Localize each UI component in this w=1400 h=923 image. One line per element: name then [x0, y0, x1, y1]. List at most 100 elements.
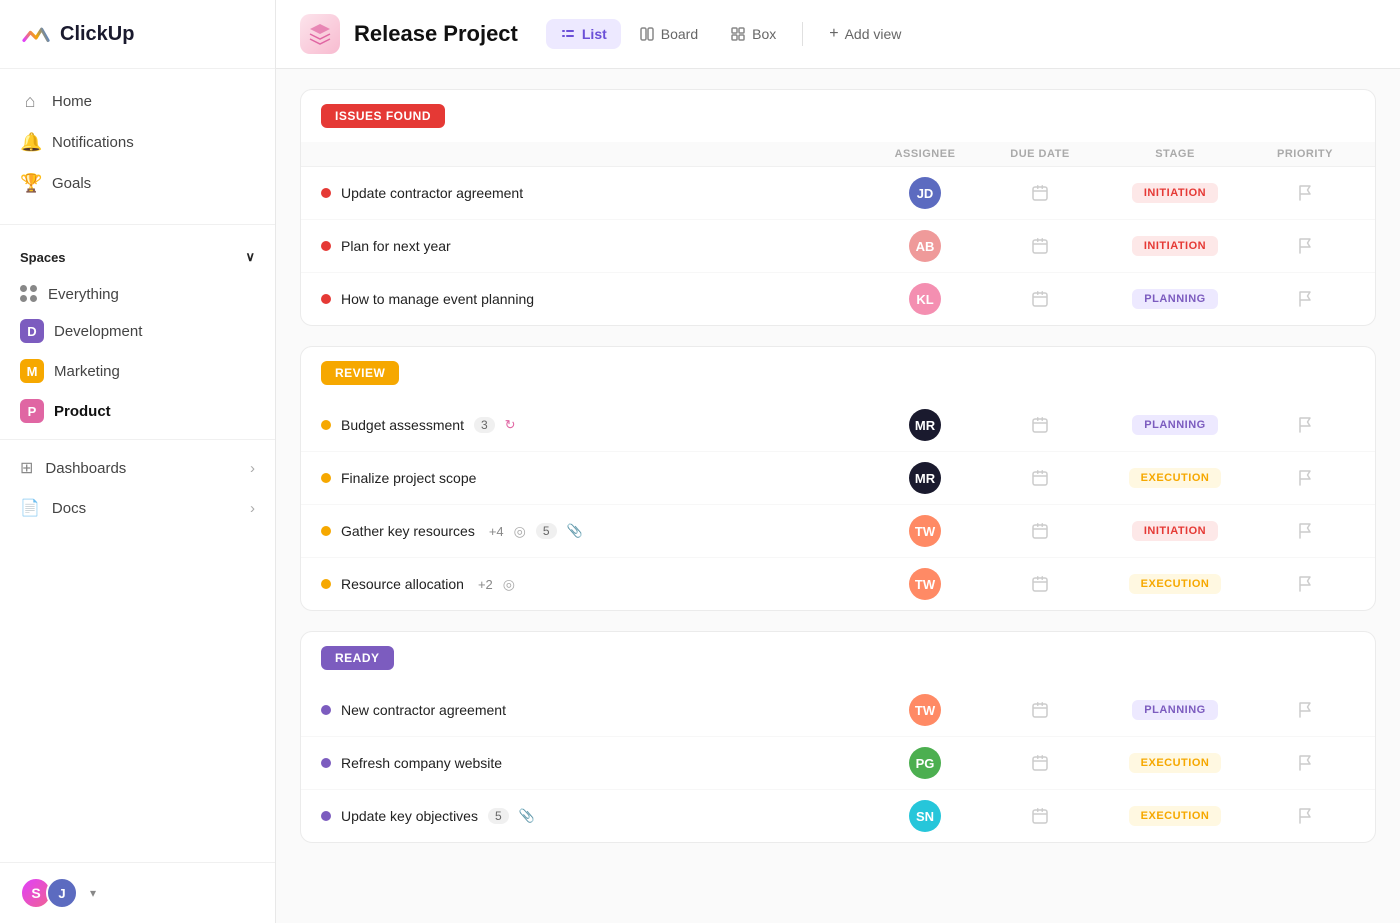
table-row[interactable]: Update contractor agreement JD INITIATIO…	[301, 167, 1375, 220]
dashboards-icon: ⊞	[20, 458, 33, 478]
assignee-cell: JD	[865, 177, 985, 209]
flag-icon	[1296, 184, 1314, 202]
space-development[interactable]: D Development	[0, 311, 275, 351]
priority-cell	[1255, 575, 1355, 593]
flag-icon	[1296, 416, 1314, 434]
table-row[interactable]: How to manage event planning KL PLANNING	[301, 273, 1375, 325]
tab-box[interactable]: Box	[716, 19, 790, 49]
task-label: Budget assessment	[341, 417, 464, 433]
task-label: Update contractor agreement	[341, 185, 523, 201]
date-cell	[985, 700, 1095, 720]
section-ready: READY New contractor agreement TW PLANNI…	[300, 631, 1376, 843]
tab-list[interactable]: List	[546, 19, 621, 49]
tab-box-label: Box	[752, 26, 776, 42]
space-everything[interactable]: Everything	[0, 277, 275, 311]
nav-docs[interactable]: 📄 Docs ›	[0, 488, 275, 528]
nav-home-label: Home	[52, 93, 92, 110]
tab-board[interactable]: Board	[625, 19, 712, 49]
task-label: Gather key resources	[341, 523, 475, 539]
avatar-2: J	[46, 877, 78, 909]
avatar: SN	[909, 800, 941, 832]
task-label: How to manage event planning	[341, 291, 534, 307]
flag-icon	[1296, 807, 1314, 825]
avatar: JD	[909, 177, 941, 209]
section-ready-badge: READY	[321, 646, 394, 670]
assignee-cell: MR	[865, 409, 985, 441]
table-row[interactable]: Finalize project scope MR EXECUTION	[301, 452, 1375, 505]
project-icon	[300, 14, 340, 54]
chevron-down-icon[interactable]: ∨	[245, 249, 255, 265]
stage-cell: EXECUTION	[1095, 468, 1255, 488]
date-cell	[985, 183, 1095, 203]
task-dot	[321, 294, 331, 304]
task-dot	[321, 420, 331, 430]
stage-badge: PLANNING	[1132, 700, 1217, 720]
calendar-icon	[1030, 753, 1050, 773]
date-cell	[985, 415, 1095, 435]
task-name: Plan for next year	[321, 238, 865, 254]
cube-icon	[308, 22, 332, 46]
space-development-badge: D	[20, 319, 44, 343]
date-cell	[985, 468, 1095, 488]
table-row[interactable]: Refresh company website PG EXECUTION	[301, 737, 1375, 790]
stage-badge: PLANNING	[1132, 415, 1217, 435]
stage-badge: INITIATION	[1132, 236, 1218, 256]
table-row[interactable]: Update key objectives 5 📎 SN EXECUTION	[301, 790, 1375, 842]
nav-notifications-label: Notifications	[52, 134, 134, 151]
nav-home[interactable]: ⌂ Home	[0, 81, 275, 122]
task-label: Resource allocation	[341, 576, 464, 592]
task-dot	[321, 241, 331, 251]
calendar-icon	[1030, 289, 1050, 309]
spaces-label: Spaces	[20, 250, 66, 265]
stage-badge: INITIATION	[1132, 183, 1218, 203]
nav-dashboards[interactable]: ⊞ Dashboards ›	[0, 448, 275, 488]
assignee-cell: SN	[865, 800, 985, 832]
flag-icon	[1296, 754, 1314, 772]
space-product-label: Product	[54, 403, 111, 420]
view-divider	[802, 22, 803, 46]
user-area[interactable]: S J ▾	[0, 862, 275, 923]
priority-cell	[1255, 237, 1355, 255]
task-name: Finalize project scope	[321, 470, 865, 486]
priority-cell	[1255, 807, 1355, 825]
task-dot	[321, 705, 331, 715]
stage-cell: INITIATION	[1095, 183, 1255, 203]
task-tag-icon: ◎	[503, 576, 515, 593]
table-row[interactable]: Plan for next year AB INITIATION	[301, 220, 1375, 273]
priority-cell	[1255, 469, 1355, 487]
docs-icon: 📄	[20, 498, 40, 518]
section-issues-found: ISSUES FOUND ASSIGNEE DUE DATE STAGE PRI…	[300, 89, 1376, 326]
stage-cell: PLANNING	[1095, 700, 1255, 720]
date-cell	[985, 806, 1095, 826]
list-icon	[560, 26, 576, 42]
add-view-label: Add view	[845, 26, 902, 42]
nav-goals[interactable]: 🏆 Goals	[0, 163, 275, 204]
assignee-cell: PG	[865, 747, 985, 779]
assignee-cell: TW	[865, 515, 985, 547]
task-name: Gather key resources +4 ◎ 5 📎	[321, 523, 865, 540]
table-row[interactable]: Gather key resources +4 ◎ 5 📎 TW INITIAT…	[301, 505, 1375, 558]
task-attach-icon: 📎	[519, 808, 535, 824]
bell-icon: 🔔	[20, 132, 40, 153]
table-row[interactable]: New contractor agreement TW PLANNING	[301, 684, 1375, 737]
tab-list-label: List	[582, 26, 607, 42]
task-name: Update key objectives 5 📎	[321, 808, 865, 824]
task-extra-count: +4	[489, 524, 504, 539]
space-marketing[interactable]: M Marketing	[0, 351, 275, 391]
flag-icon	[1296, 469, 1314, 487]
stage-cell: INITIATION	[1095, 521, 1255, 541]
calendar-icon	[1030, 468, 1050, 488]
task-label: New contractor agreement	[341, 702, 506, 718]
task-dot	[321, 473, 331, 483]
table-row[interactable]: Resource allocation +2 ◎ TW EXECUTION	[301, 558, 1375, 610]
flag-icon	[1296, 237, 1314, 255]
main-content: Release Project List Board Box + Add vie…	[276, 0, 1400, 923]
avatar: KL	[909, 283, 941, 315]
add-view-button[interactable]: + Add view	[815, 18, 915, 50]
th-assignee: ASSIGNEE	[865, 148, 985, 160]
nav-notifications[interactable]: 🔔 Notifications	[0, 122, 275, 163]
nav-docs-label: Docs	[52, 500, 86, 517]
table-row[interactable]: Budget assessment 3 ↻ MR PLANNING	[301, 399, 1375, 452]
task-extra-count: +2	[478, 577, 493, 592]
space-product[interactable]: P Product	[0, 391, 275, 431]
